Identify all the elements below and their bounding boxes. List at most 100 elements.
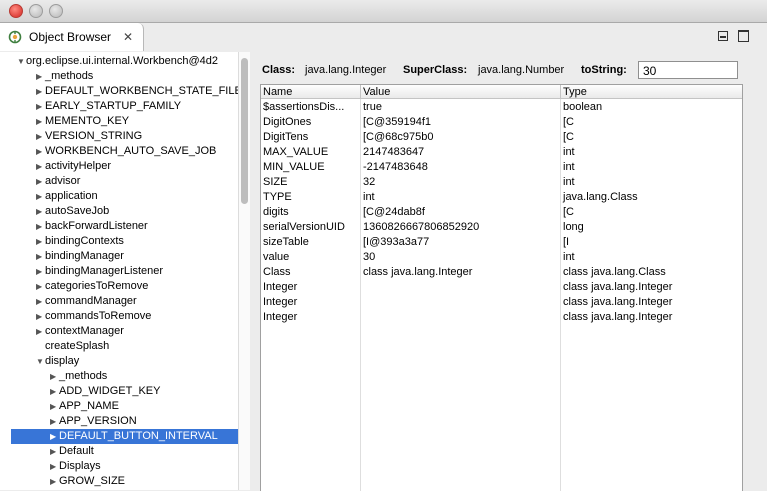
tree-item[interactable]: ▶ _methods	[0, 369, 238, 384]
field-type-cell: java.lang.Class	[563, 191, 638, 203]
tree-item[interactable]: ▼display	[0, 354, 238, 369]
collapsed-triangle-icon[interactable]: ▶	[36, 159, 45, 174]
zoom-window-button[interactable]	[49, 4, 63, 18]
collapsed-triangle-icon[interactable]: ▶	[50, 459, 59, 474]
tree-item[interactable]: ▶ Default	[0, 444, 238, 459]
tree-item[interactable]: ▶ advisor	[0, 174, 238, 189]
collapsed-triangle-icon[interactable]: ▶	[36, 324, 45, 339]
tree-item-label: WORKBENCH_AUTO_SAVE_JOB	[45, 145, 217, 157]
tree-item[interactable]: ▶ VERSION_STRING	[0, 129, 238, 144]
collapsed-triangle-icon[interactable]: ▶	[36, 264, 45, 279]
tree-scroll-thumb[interactable]	[241, 58, 248, 204]
collapsed-triangle-icon[interactable]: ▶	[36, 309, 45, 324]
tab-object-browser[interactable]: Object Browser ✕	[0, 23, 144, 51]
tree-item[interactable]: ▶ APP_VERSION	[0, 414, 238, 429]
collapsed-triangle-icon[interactable]: ▶	[36, 84, 45, 99]
collapsed-triangle-icon[interactable]: ▶	[50, 429, 59, 444]
table-row[interactable]: $assertionsDis... true boolean	[261, 100, 742, 115]
field-type-cell: int	[563, 251, 575, 263]
tree-item[interactable]: ▶ contextManager	[0, 324, 238, 339]
collapsed-triangle-icon[interactable]: ▶	[36, 144, 45, 159]
collapsed-triangle-icon[interactable]: ▶	[50, 369, 59, 384]
table-row[interactable]: SIZE 32 int	[261, 175, 742, 190]
table-row[interactable]: DigitTens [C@68c975b0 [C	[261, 130, 742, 145]
collapsed-triangle-icon[interactable]: ▶	[36, 189, 45, 204]
collapsed-triangle-icon[interactable]: ▶	[36, 294, 45, 309]
collapsed-triangle-icon[interactable]: ▶	[50, 444, 59, 459]
tree-item[interactable]: ▶ categoriesToRemove	[0, 279, 238, 294]
column-header-type[interactable]: Type	[561, 85, 742, 99]
tree-item[interactable]: ▶ backForwardListener	[0, 219, 238, 234]
collapsed-triangle-icon[interactable]: ▶	[50, 399, 59, 414]
tostring-field[interactable]: 30	[638, 61, 738, 79]
expanded-triangle-icon[interactable]: ▼	[36, 354, 45, 369]
column-header-name[interactable]: Name	[261, 85, 361, 99]
collapsed-triangle-icon[interactable]: ▶	[50, 384, 59, 399]
minimize-view-icon[interactable]	[718, 31, 728, 41]
collapsed-triangle-icon[interactable]: ▶	[36, 129, 45, 144]
tree-item[interactable]: ▶ commandManager	[0, 294, 238, 309]
table-row[interactable]: MIN_VALUE -2147483648 int	[261, 160, 742, 175]
tree-item[interactable]: ▶ MEMENTO_KEY	[0, 114, 238, 129]
minimize-window-button[interactable]	[29, 4, 43, 18]
collapsed-triangle-icon[interactable]: ▶	[36, 234, 45, 249]
field-name-cell: value	[263, 251, 290, 263]
field-value-cell: [C@359194f1	[363, 116, 432, 128]
tree-item[interactable]: ▶ APP_NAME	[0, 399, 238, 414]
collapsed-triangle-icon[interactable]: ▶	[50, 474, 59, 489]
tree-item[interactable]: ▶ commandsToRemove	[0, 309, 238, 324]
tree-item[interactable]: ▶ bindingManager	[0, 249, 238, 264]
tree-item[interactable]: ▶ autoSaveJob	[0, 204, 238, 219]
tree-item-label: display	[45, 355, 80, 367]
collapsed-triangle-icon[interactable]: ▶	[36, 114, 45, 129]
tree-item[interactable]: ▶ bindingContexts	[0, 234, 238, 249]
tree-item[interactable]: ▶ ADD_WIDGET_KEY	[0, 384, 238, 399]
tree-item[interactable]: ▶ GROW_SIZE	[0, 474, 238, 489]
tree-item[interactable]: ▶ activityHelper	[0, 159, 238, 174]
table-row[interactable]: MAX_VALUE 2147483647 int	[261, 145, 742, 160]
table-row[interactable]: Integer class java.lang.Integer	[261, 310, 742, 325]
field-value-cell: -2147483648	[363, 161, 428, 173]
collapsed-triangle-icon[interactable]: ▶	[36, 219, 45, 234]
tab-title: Object Browser	[29, 30, 112, 44]
tree-item[interactable]: ▶ DEFAULT_BUTTON_INTERVAL	[11, 429, 238, 444]
table-row[interactable]: digits [C@24dab8f [C	[261, 205, 742, 220]
tree-item[interactable]: ▶ DEFAULT_WORKBENCH_STATE_FILEN	[0, 84, 238, 99]
tree-item[interactable]: ▶ _methods	[0, 69, 238, 84]
tree-item[interactable]: createSplash	[0, 339, 238, 354]
tree-item-label: ADD_WIDGET_KEY	[59, 385, 161, 397]
collapsed-triangle-icon[interactable]: ▶	[50, 414, 59, 429]
window-titlebar	[0, 0, 767, 23]
expanded-triangle-icon[interactable]: ▼	[17, 54, 26, 69]
tostring-label: toString:	[581, 64, 627, 76]
table-row[interactable]: TYPE int java.lang.Class	[261, 190, 742, 205]
table-row[interactable]: value 30 int	[261, 250, 742, 265]
table-row[interactable]: DigitOnes [C@359194f1 [C	[261, 115, 742, 130]
close-window-button[interactable]	[9, 4, 23, 18]
field-value-cell: true	[363, 101, 382, 113]
close-tab-icon[interactable]: ✕	[123, 30, 133, 44]
table-row[interactable]: serialVersionUID 1360826667806852920 long	[261, 220, 742, 235]
field-value-cell	[361, 280, 561, 295]
tree-item[interactable]: ▶ Displays	[0, 459, 238, 474]
table-row[interactable]: sizeTable [I@393a3a77 [I	[261, 235, 742, 250]
field-type-cell: [C	[563, 206, 574, 218]
collapsed-triangle-icon[interactable]: ▶	[36, 174, 45, 189]
maximize-view-icon[interactable]	[738, 30, 749, 42]
object-tree[interactable]: ▼org.eclipse.ui.internal.Workbench@4d2 ▶ _…	[0, 52, 238, 490]
tree-item[interactable]: ▶ bindingManagerListener	[0, 264, 238, 279]
table-row[interactable]: Class class java.lang.Integer class java.l…	[261, 265, 742, 280]
table-row[interactable]: Integer class java.lang.Integer	[261, 280, 742, 295]
collapsed-triangle-icon[interactable]: ▶	[36, 204, 45, 219]
tree-item[interactable]: ▶ WORKBENCH_AUTO_SAVE_JOB	[0, 144, 238, 159]
table-row[interactable]: Integer class java.lang.Integer	[261, 295, 742, 310]
collapsed-triangle-icon[interactable]: ▶	[36, 69, 45, 84]
tree-item[interactable]: ▶ application	[0, 189, 238, 204]
tree-root-node[interactable]: ▼org.eclipse.ui.internal.Workbench@4d2	[0, 54, 238, 69]
collapsed-triangle-icon[interactable]: ▶	[36, 279, 45, 294]
tree-item[interactable]: ▶ EARLY_STARTUP_FAMILY	[0, 99, 238, 114]
collapsed-triangle-icon[interactable]: ▶	[36, 99, 45, 114]
field-value-cell: class java.lang.Integer	[363, 266, 473, 278]
collapsed-triangle-icon[interactable]: ▶	[36, 249, 45, 264]
column-header-value[interactable]: Value	[361, 85, 561, 99]
